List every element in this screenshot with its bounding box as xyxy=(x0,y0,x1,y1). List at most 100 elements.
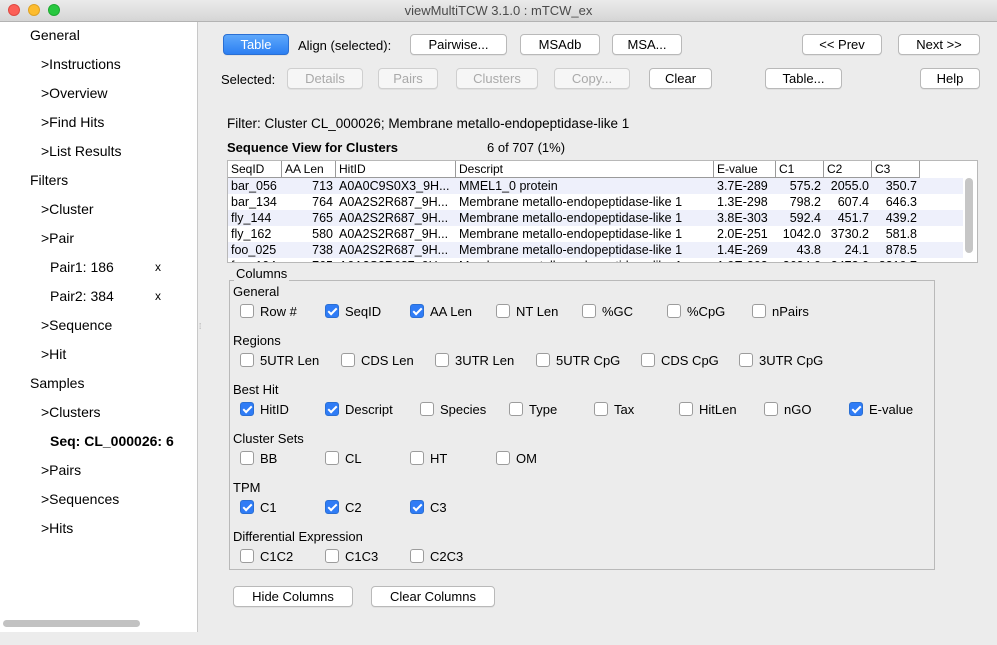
checkbox-label[interactable]: HitLen xyxy=(699,402,737,417)
clear-button[interactable]: Clear xyxy=(649,68,712,89)
checkbox-e-value[interactable] xyxy=(849,402,863,416)
checkbox-hitlen[interactable] xyxy=(679,402,693,416)
checkbox-c2[interactable] xyxy=(325,500,339,514)
checkbox-c1[interactable] xyxy=(240,500,254,514)
checkbox-tax[interactable] xyxy=(594,402,608,416)
split-divider-handle[interactable]: ⁞ xyxy=(199,322,205,331)
column-header-seqid[interactable]: SeqID xyxy=(228,161,282,178)
msa-button[interactable]: MSA... xyxy=(612,34,682,55)
checkbox-ht[interactable] xyxy=(410,451,424,465)
sidebar-item-0[interactable]: General xyxy=(30,27,80,43)
msadb-button[interactable]: MSAdb xyxy=(520,34,600,55)
checkbox-label[interactable]: 5UTR CpG xyxy=(556,353,620,368)
sidebar-item-14[interactable]: Seq: CL_000026: 6 xyxy=(50,433,174,449)
checkbox-label[interactable]: Species xyxy=(440,402,486,417)
checkbox-label[interactable]: 3UTR CpG xyxy=(759,353,823,368)
checkbox-label[interactable]: %GC xyxy=(602,304,633,319)
sidebar-item-6[interactable]: >Cluster xyxy=(41,201,94,217)
checkbox-label[interactable]: Descript xyxy=(345,402,393,417)
next-button[interactable]: Next >> xyxy=(898,34,980,55)
checkbox-type[interactable] xyxy=(509,402,523,416)
checkbox-label[interactable]: nGO xyxy=(784,402,811,417)
checkbox-label[interactable]: BB xyxy=(260,451,277,466)
clusters-button[interactable]: Clusters xyxy=(456,68,538,89)
checkbox-label[interactable]: nPairs xyxy=(772,304,809,319)
checkbox-5utr-len[interactable] xyxy=(240,353,254,367)
column-header-e-value[interactable]: E-value xyxy=(714,161,776,178)
help-button[interactable]: Help xyxy=(920,68,980,89)
table-row[interactable]: foo_025 738 A0A2S2R687_9H... Membrane metal… xyxy=(228,242,963,258)
checkbox-om[interactable] xyxy=(496,451,510,465)
checkbox-label[interactable]: CL xyxy=(345,451,362,466)
checkbox-c2c3[interactable] xyxy=(410,549,424,563)
checkbox-c3[interactable] xyxy=(410,500,424,514)
table-row[interactable]: bar_056 713 A0A0C9S0X3_9H... MMEL1_0 protei… xyxy=(228,178,963,194)
checkbox-label[interactable]: 5UTR Len xyxy=(260,353,319,368)
checkbox-descript[interactable] xyxy=(325,402,339,416)
checkbox-3utr-cpg[interactable] xyxy=(739,353,753,367)
checkbox-3utr-len[interactable] xyxy=(435,353,449,367)
checkbox-label[interactable]: Tax xyxy=(614,402,634,417)
details-button[interactable]: Details xyxy=(287,68,363,89)
copy-button[interactable]: Copy... xyxy=(554,68,630,89)
column-header-c2[interactable]: C2 xyxy=(824,161,872,178)
sidebar-item-11[interactable]: >Hit xyxy=(41,346,66,362)
checkbox-label[interactable]: HT xyxy=(430,451,447,466)
checkbox-label[interactable]: CDS Len xyxy=(361,353,414,368)
sidebar-item-3[interactable]: >Find Hits xyxy=(41,114,104,130)
checkbox-5utr-cpg[interactable] xyxy=(536,353,550,367)
checkbox-bb[interactable] xyxy=(240,451,254,465)
checkbox-label[interactable]: C1C3 xyxy=(345,549,378,564)
remove-filter-icon[interactable]: x xyxy=(155,289,161,303)
checkbox-aa-len[interactable] xyxy=(410,304,424,318)
table-row[interactable]: fly_144 765 A0A2S2R687_9H... Membrane metal… xyxy=(228,210,963,226)
column-header-hitid[interactable]: HitID xyxy=(336,161,456,178)
sidebar-item-2[interactable]: >Overview xyxy=(41,85,108,101)
sidebar-item-8[interactable]: Pair1: 186 xyxy=(50,259,114,275)
sidebar-item-7[interactable]: >Pair xyxy=(41,230,74,246)
table-menu-button[interactable]: Table... xyxy=(765,68,842,89)
checkbox-label[interactable]: Row # xyxy=(260,304,297,319)
checkbox-hitid[interactable] xyxy=(240,402,254,416)
column-header-descript[interactable]: Descript xyxy=(456,161,714,178)
checkbox-label[interactable]: C3 xyxy=(430,500,447,515)
checkbox-label[interactable]: Type xyxy=(529,402,557,417)
checkbox-c1c3[interactable] xyxy=(325,549,339,563)
sidebar-horizontal-scrollbar[interactable] xyxy=(3,620,140,627)
checkbox-cds-cpg[interactable] xyxy=(641,353,655,367)
pairs-button[interactable]: Pairs xyxy=(378,68,438,89)
checkbox-label[interactable]: 3UTR Len xyxy=(455,353,514,368)
checkbox-cds-len[interactable] xyxy=(341,353,355,367)
sidebar-item-13[interactable]: >Clusters xyxy=(41,404,101,420)
checkbox-label[interactable]: OM xyxy=(516,451,537,466)
checkbox-c1c2[interactable] xyxy=(240,549,254,563)
sidebar-item-15[interactable]: >Pairs xyxy=(41,462,81,478)
checkbox-label[interactable]: C2 xyxy=(345,500,362,515)
checkbox-label[interactable]: %CpG xyxy=(687,304,725,319)
checkbox-label[interactable]: C1C2 xyxy=(260,549,293,564)
table-row[interactable]: fly_162 580 A0A2S2R687_9H... Membrane metal… xyxy=(228,226,963,242)
checkbox--cpg[interactable] xyxy=(667,304,681,318)
checkbox-nt-len[interactable] xyxy=(496,304,510,318)
hide-columns-button[interactable]: Hide Columns xyxy=(233,586,353,607)
prev-button[interactable]: << Prev xyxy=(802,34,882,55)
sidebar-item-4[interactable]: >List Results xyxy=(41,143,122,159)
checkbox-label[interactable]: C1 xyxy=(260,500,277,515)
table-button[interactable]: Table xyxy=(223,34,289,55)
checkbox-cl[interactable] xyxy=(325,451,339,465)
checkbox-label[interactable]: HitID xyxy=(260,402,289,417)
sidebar-item-9[interactable]: Pair2: 384 xyxy=(50,288,114,304)
table-row[interactable]: bar_134 764 A0A2S2R687_9H... Membrane metal… xyxy=(228,194,963,210)
sequence-table[interactable]: SeqID AA Len HitID Descript E-value C1 C2 C3 bar… xyxy=(227,160,978,263)
checkbox-label[interactable]: AA Len xyxy=(430,304,472,319)
checkbox--gc[interactable] xyxy=(582,304,596,318)
checkbox-ngo[interactable] xyxy=(764,402,778,416)
sidebar-item-1[interactable]: >Instructions xyxy=(41,56,121,72)
sidebar-item-16[interactable]: >Sequences xyxy=(41,491,119,507)
remove-filter-icon[interactable]: x xyxy=(155,260,161,274)
checkbox-npairs[interactable] xyxy=(752,304,766,318)
sidebar-item-10[interactable]: >Sequence xyxy=(41,317,112,333)
column-header-aa-len[interactable]: AA Len xyxy=(282,161,336,178)
sidebar-item-12[interactable]: Samples xyxy=(30,375,84,391)
checkbox-seqid[interactable] xyxy=(325,304,339,318)
